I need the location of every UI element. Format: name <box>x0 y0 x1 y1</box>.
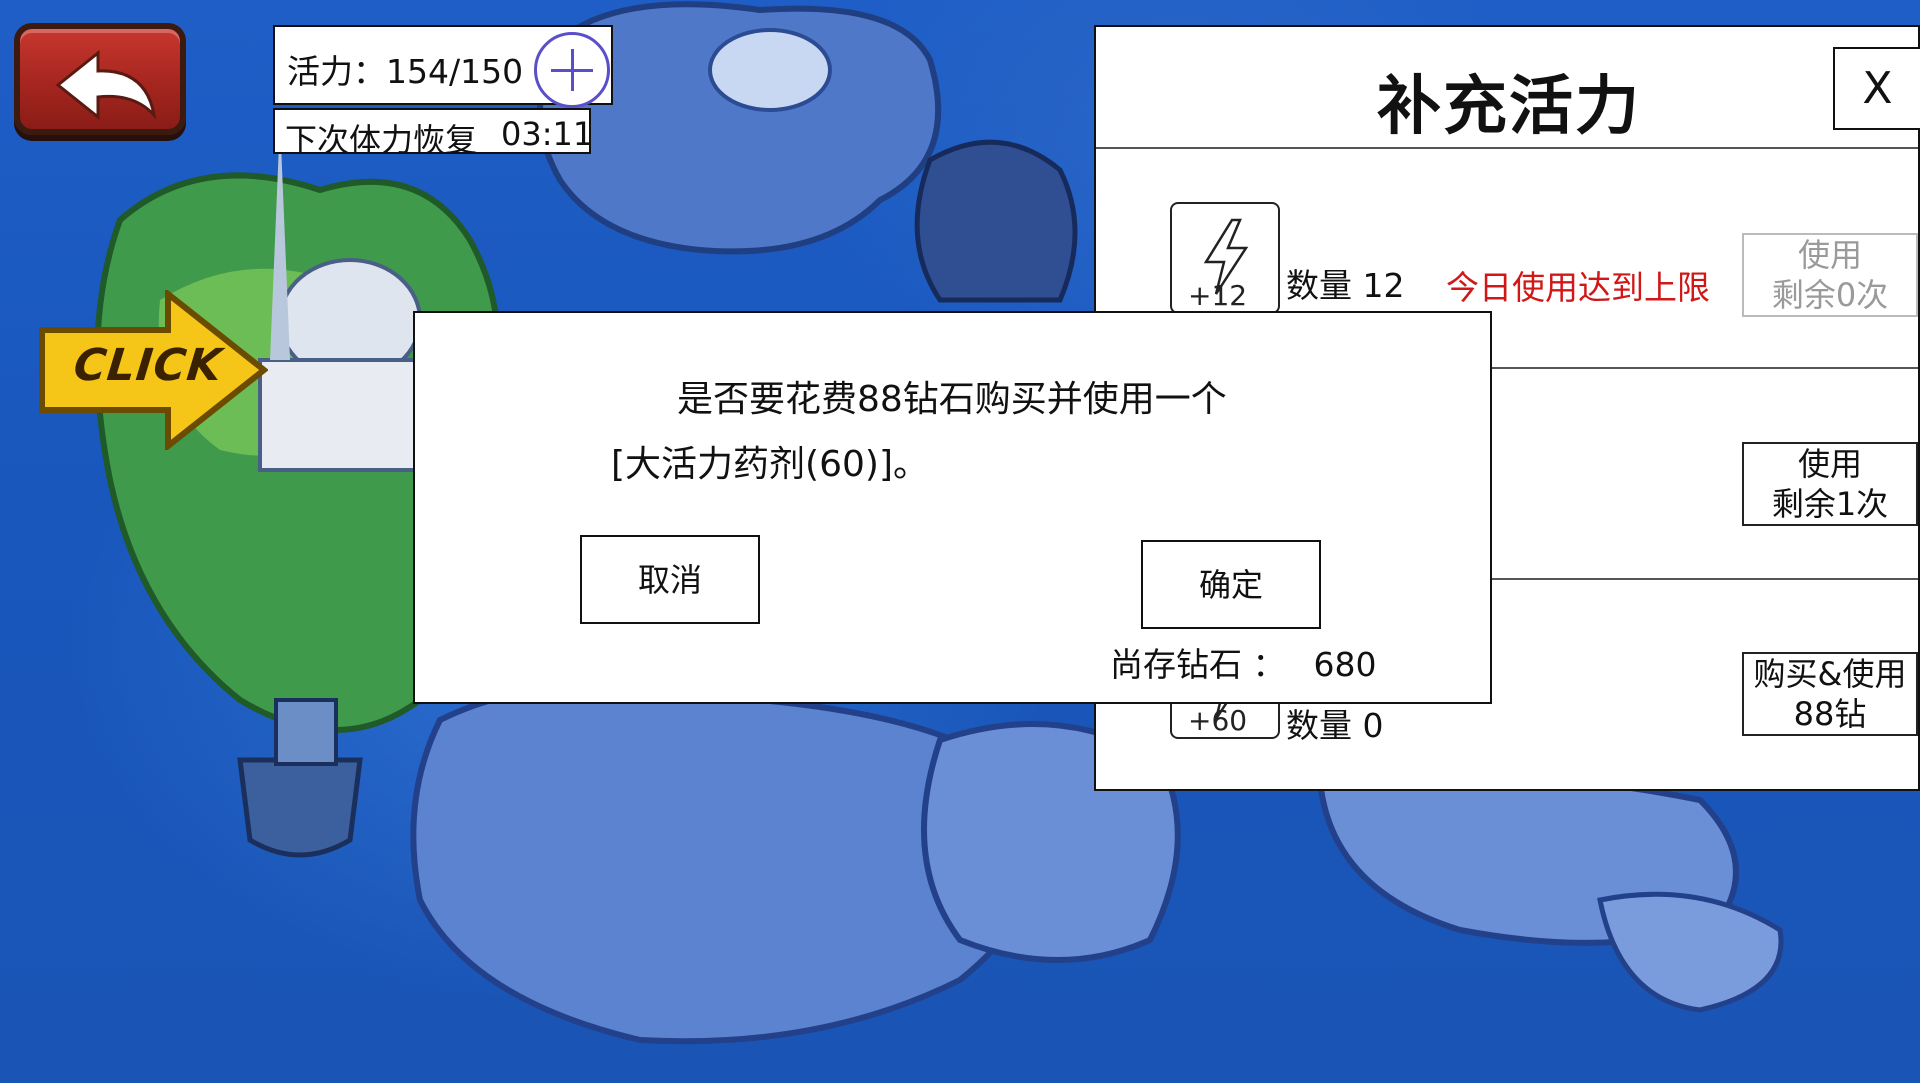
diamond-value: 680 <box>1313 645 1377 684</box>
cancel-button[interactable]: 取消 <box>580 535 760 624</box>
diamond-balance: 尚存钻石 ： 680 <box>1110 638 1377 686</box>
buy-and-use-button[interactable]: 购买&使用 88钻 <box>1742 652 1918 736</box>
remaining-count: 剩余1次 <box>1771 485 1889 523</box>
energy-value: 154/150 <box>386 52 524 91</box>
buy-use-label: 购买&使用 <box>1753 655 1907 693</box>
use-button-disabled[interactable]: 使用 剩余0次 <box>1742 233 1918 317</box>
recover-label: 下次体力恢复 <box>285 121 478 159</box>
use-button-label: 使用 <box>1797 445 1862 483</box>
daily-limit-message: 今日使用达到上限 <box>1446 268 1710 307</box>
dialog-item-name: [大活力药剂(60)]。 <box>611 444 929 485</box>
energy-text: 活力：154/150 <box>287 45 523 93</box>
energy-label: 活力： <box>287 52 386 91</box>
add-energy-button[interactable] <box>534 32 610 108</box>
recover-timer: 下次体力恢复 03:11 <box>273 108 594 159</box>
use-button-label: 使用 <box>1797 236 1862 274</box>
diamond-label: 尚存钻石 ： <box>1110 645 1286 684</box>
item-quantity: 数量 12 <box>1286 266 1405 305</box>
item-amount: +60 <box>1188 704 1248 737</box>
remaining-count: 剩余0次 <box>1771 276 1889 314</box>
dialog-message: 是否要花费88钻石购买并使用一个 <box>677 379 1227 420</box>
small-potion-item[interactable]: +12 <box>1170 202 1280 314</box>
back-arrow-icon <box>55 49 157 121</box>
recover-time: 03:11 <box>501 115 594 153</box>
confirm-button[interactable]: 确定 <box>1141 540 1321 629</box>
click-label: CLICK <box>71 340 225 391</box>
close-button[interactable]: X <box>1833 47 1920 130</box>
item-amount: +12 <box>1188 279 1248 312</box>
divider <box>1096 147 1918 149</box>
diamond-cost: 88钻 <box>1793 695 1867 733</box>
item-quantity: 数量 0 <box>1286 706 1384 745</box>
purchase-confirm-dialog: 是否要花费88钻石购买并使用一个 [大活力药剂(60)]。 取消 确定 尚存钻石… <box>413 311 1492 704</box>
use-button[interactable]: 使用 剩余1次 <box>1742 442 1918 526</box>
back-button[interactable] <box>14 23 186 135</box>
energy-display: 活力：154/150 <box>273 25 613 108</box>
panel-title: 补充活力 <box>1377 70 1641 144</box>
